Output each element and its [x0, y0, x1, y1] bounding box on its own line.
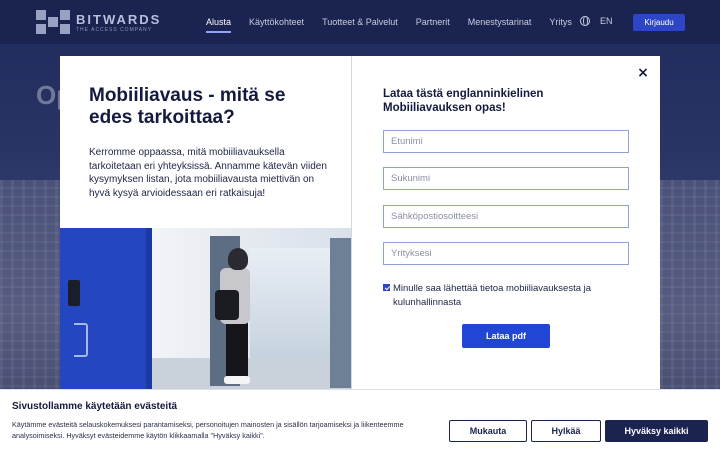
cookie-banner: Sivustollamme käytetään evästeitä Käytäm…	[0, 389, 720, 450]
cookie-text: Käytämme evästeitä selauskokemuksesi par…	[12, 420, 404, 440]
modal-description: Kerromme oppaassa, mitä mobiiliavauksell…	[89, 147, 327, 199]
cookie-title: Sivustollamme käytetään evästeitä	[12, 401, 178, 412]
language-selector[interactable]: EN	[580, 16, 613, 26]
email-input[interactable]	[383, 205, 629, 228]
last-name-input[interactable]	[383, 167, 629, 190]
consent-row: Minulle saa lähettää tietoa mobiiliavauk…	[383, 282, 623, 310]
nav-links: Alusta Käyttökohteet Tuotteet & Palvelut…	[206, 17, 590, 33]
globe-icon	[580, 16, 590, 26]
language-label: EN	[600, 16, 613, 26]
consent-label: Minulle saa lähettää tietoa mobiiliavauk…	[393, 283, 592, 308]
nav-link-tuotteet-palvelut[interactable]: Tuotteet & Palvelut	[322, 17, 398, 33]
nav-link-menestystarinat[interactable]: Menestystarinat	[468, 17, 532, 33]
logo-mark-icon	[36, 10, 70, 34]
consent-checkbox[interactable]	[383, 284, 390, 291]
company-input[interactable]	[383, 242, 629, 265]
download-pdf-button[interactable]: Lataa pdf	[462, 324, 550, 348]
customize-cookies-button[interactable]: Mukauta	[449, 420, 527, 442]
reject-cookies-button[interactable]: Hylkää	[531, 420, 601, 442]
close-icon[interactable]: ×	[636, 65, 650, 81]
guide-download-modal: Mobiiliavaus - mitä se edes tarkoittaa? …	[60, 56, 660, 396]
top-navigation: BITWARDS THE ACCESS COMPANY Alusta Käytt…	[0, 0, 720, 44]
nav-link-alusta[interactable]: Alusta	[206, 17, 232, 33]
form-title: Lataa tästä englanninkielinen Mobiiliava…	[383, 88, 544, 114]
modal-info-panel: Mobiiliavaus - mitä se edes tarkoittaa? …	[60, 56, 352, 396]
nav-link-kayttokohteet[interactable]: Käyttökohteet	[249, 17, 304, 33]
modal-form-panel: × Lataa tästä englanninkielinen Mobiilia…	[352, 56, 660, 396]
login-button[interactable]: Kirjaudu	[633, 14, 685, 31]
accept-all-cookies-button[interactable]: Hyväksy kaikki	[605, 420, 708, 442]
mobile-access-photo	[60, 228, 351, 396]
nav-link-partnerit[interactable]: Partnerit	[416, 17, 450, 33]
nav-link-yritys[interactable]: Yritys	[549, 17, 572, 33]
modal-title: Mobiiliavaus - mitä se edes tarkoittaa?	[89, 85, 286, 128]
logo-name: BITWARDS	[76, 11, 162, 27]
first-name-input[interactable]	[383, 130, 629, 153]
logo-tagline: THE ACCESS COMPANY	[76, 26, 152, 33]
bitwards-logo[interactable]: BITWARDS THE ACCESS COMPANY	[36, 10, 161, 34]
